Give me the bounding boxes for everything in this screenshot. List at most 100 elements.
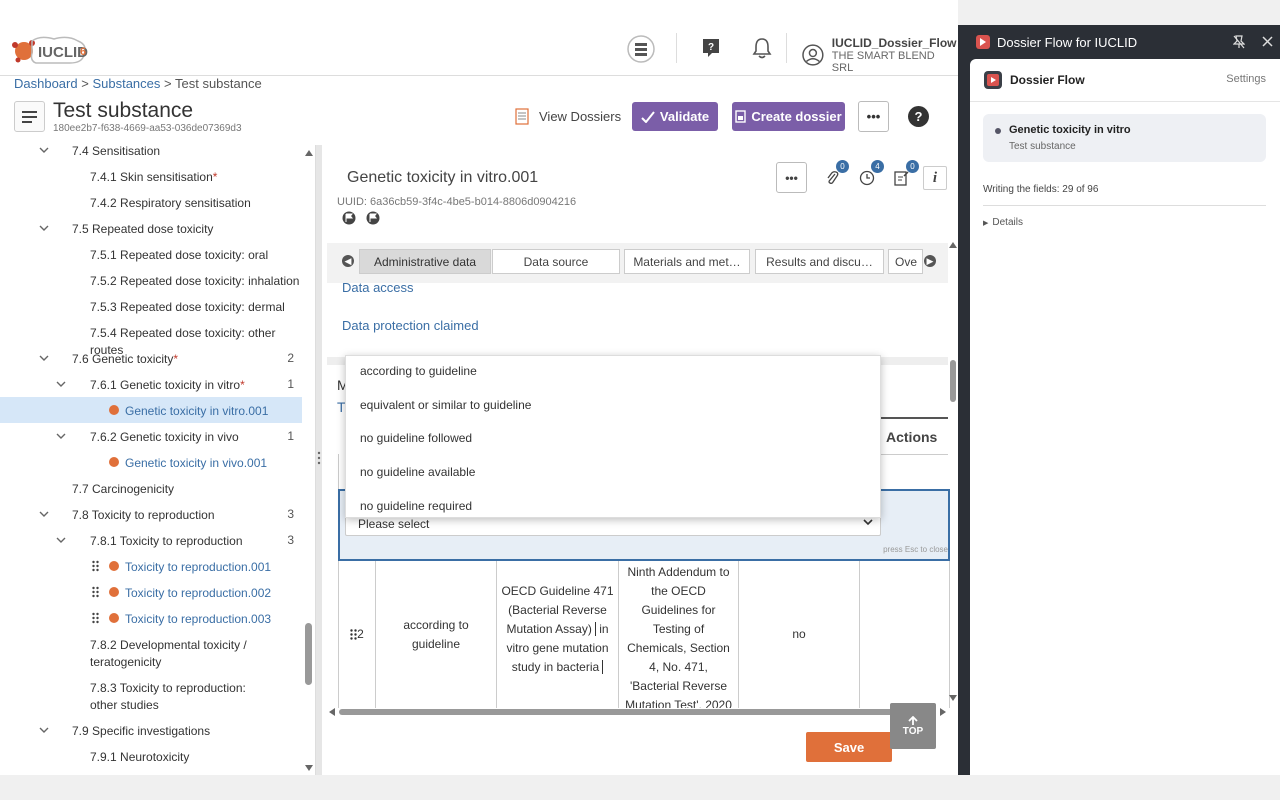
more-actions-button[interactable]: ••• (858, 101, 889, 132)
document-more-button[interactable]: ••• (776, 162, 807, 193)
tabs-scroll-left-icon[interactable]: ◀ (342, 255, 354, 267)
history-button[interactable]: 4 (851, 160, 884, 193)
scroll-up-icon[interactable] (948, 240, 958, 250)
chevron-down-icon[interactable] (55, 430, 67, 442)
tree-item-count: 1 (287, 377, 294, 391)
chevron-down-icon[interactable] (55, 534, 67, 546)
tree-section[interactable]: 7.6 Genetic toxicity* 2 (0, 345, 302, 371)
drag-handle-icon[interactable] (92, 612, 99, 627)
tree-document[interactable]: Toxicity to reproduction.002 (0, 579, 302, 605)
dropdown-option[interactable]: equivalent or similar to guideline (360, 398, 531, 412)
breadcrumb-substances[interactable]: Substances (92, 76, 160, 91)
data-protection-field[interactable]: Data protection claimed (342, 318, 479, 333)
tree-section[interactable]: 7.7 Carcinogenicity (0, 475, 302, 501)
tree-section[interactable]: 7.9 Specific investigations (0, 717, 302, 743)
row-drag-handle[interactable]: 2 (339, 561, 376, 708)
tree-document[interactable]: Genetic toxicity in vivo.001 (0, 449, 302, 475)
tree-section[interactable]: 7.4 Sensitisation (0, 145, 302, 163)
tasks-icon[interactable] (627, 35, 655, 63)
tree-scroll-thumb[interactable] (305, 623, 312, 685)
tree-section[interactable]: 7.5.4 Repeated dose toxicity: other rout… (0, 319, 302, 357)
annotations-button[interactable]: 0 (886, 160, 919, 193)
details-toggle[interactable]: ▶ Details (983, 217, 1023, 228)
help-center-icon[interactable]: ? (702, 38, 720, 58)
required-marker: * (240, 378, 245, 392)
dossier-flow-side-panel: Dossier Flow for IUCLID Dossier Flow Set… (958, 25, 1280, 775)
tab-results-and-discussion[interactable]: Results and discu… (755, 249, 884, 274)
tree-section[interactable]: 7.6.1 Genetic toxicity in vitro* 1 (0, 371, 302, 397)
document-vertical-scrollbar[interactable] (948, 240, 958, 705)
tab-materials-and-methods[interactable]: Materials and met… (624, 249, 750, 274)
tree-section[interactable]: 7.8 Toxicity to reproduction 3 (0, 501, 302, 527)
tree-section[interactable]: 7.5 Repeated dose toxicity (0, 215, 302, 241)
document-horizontal-scrollbar[interactable] (327, 707, 948, 717)
save-button[interactable]: Save (806, 732, 892, 762)
create-dossier-button[interactable]: Create dossier (732, 102, 845, 131)
iuclid-logo[interactable]: IUCLID 6 (10, 33, 90, 67)
cell-actions (860, 561, 951, 708)
tree-section[interactable]: 7.4.1 Skin sensitisation* (0, 163, 302, 189)
bell-icon[interactable] (752, 37, 772, 59)
info-button[interactable]: i (923, 166, 947, 190)
scroll-down-icon[interactable] (948, 693, 958, 703)
document-list-icon (515, 108, 529, 125)
scroll-to-top-button[interactable]: TOP (890, 703, 936, 749)
breadcrumb-dashboard[interactable]: Dashboard (14, 76, 78, 91)
document-scroll-thumb[interactable] (950, 360, 956, 402)
drag-handle-icon[interactable] (92, 560, 99, 575)
validate-label: Validate (659, 109, 710, 124)
scroll-left-icon[interactable] (327, 707, 337, 717)
tabs-scroll-right-icon[interactable]: ▶ (924, 255, 936, 267)
tree-item-count: 1 (287, 429, 294, 443)
tree-section[interactable]: 7.8.1 Toxicity to reproduction 3 (0, 527, 302, 553)
tree-section[interactable]: 7.9.2 Immunotoxicity (0, 769, 302, 775)
view-dossiers-button[interactable]: View Dossiers (515, 102, 621, 131)
tree-section[interactable]: 7.6.2 Genetic toxicity in vivo 1 (0, 423, 302, 449)
tree-section[interactable]: 7.4.2 Respiratory sensitisation (0, 189, 302, 215)
user-menu[interactable]: IUCLID_Dossier_Flow THE SMART BLEND SRL (802, 36, 958, 74)
chevron-down-icon[interactable] (38, 222, 50, 234)
chevron-down-icon[interactable] (38, 508, 50, 520)
tree-section[interactable]: 7.9.1 Neurotoxicity (0, 743, 302, 769)
help-button[interactable]: ? (908, 106, 929, 127)
table-row[interactable]: 2 according to guideline OECD Guideline … (338, 561, 950, 708)
chevron-down-icon[interactable] (55, 378, 67, 390)
confidentiality-flag-icon[interactable] (366, 211, 380, 225)
flag-icon[interactable] (342, 211, 356, 225)
pin-icon[interactable] (1233, 35, 1245, 49)
tree-section[interactable]: 7.5.1 Repeated dose toxicity: oral (0, 241, 302, 267)
validate-button[interactable]: Validate (632, 102, 718, 131)
tab-administrative-data[interactable]: Administrative data (359, 249, 491, 274)
tree-section[interactable]: 7.8.2 Developmental toxicity / teratogen… (0, 631, 302, 674)
chevron-down-icon[interactable] (38, 724, 50, 736)
scroll-right-icon[interactable] (938, 707, 948, 717)
tree-item-label: 7.8.2 Developmental toxicity / teratogen… (90, 638, 247, 669)
current-endpoint-card[interactable]: Genetic toxicity in vitro Test substance (983, 114, 1266, 162)
dropdown-option[interactable]: no guideline followed (360, 431, 472, 445)
scroll-down-icon[interactable] (304, 763, 314, 773)
tree-document[interactable]: Genetic toxicity in vitro.001 (0, 397, 302, 423)
attachments-button[interactable]: 0 (816, 160, 849, 193)
scroll-up-icon[interactable] (304, 148, 314, 158)
navigation-menu-button[interactable] (14, 101, 45, 132)
chevron-down-icon[interactable] (38, 145, 50, 156)
tree-document[interactable]: Toxicity to reproduction.001 (0, 553, 302, 579)
dropdown-option[interactable]: no guideline available (360, 465, 475, 479)
tab-data-source[interactable]: Data source (492, 249, 620, 274)
horizontal-scroll-thumb[interactable] (339, 709, 917, 715)
tree-section[interactable]: 7.8.3 Toxicity to reproduction: other st… (0, 674, 302, 717)
side-panel-settings-link[interactable]: Settings (1226, 73, 1266, 85)
tree-section[interactable]: 7.5.2 Repeated dose toxicity: inhalation (0, 267, 302, 293)
close-icon[interactable] (1262, 36, 1273, 47)
tree-section[interactable]: 7.5.3 Repeated dose toxicity: dermal (0, 293, 302, 319)
chevron-down-icon[interactable] (38, 352, 50, 364)
tree-scrollbar[interactable] (304, 148, 314, 773)
tree-document[interactable]: Toxicity to reproduction.003 (0, 605, 302, 631)
drag-handle-icon[interactable] (92, 586, 99, 601)
data-access-field[interactable]: Data access (342, 280, 414, 295)
dropdown-option[interactable]: according to guideline (360, 364, 477, 378)
tab-overall-remarks[interactable]: Ove (888, 249, 923, 274)
dropdown-option[interactable]: no guideline required (360, 499, 472, 513)
tree-item-label: 7.5.3 Repeated dose toxicity: dermal (90, 300, 285, 314)
tree-item-label: 7.4.1 Skin sensitisation* (90, 170, 218, 184)
